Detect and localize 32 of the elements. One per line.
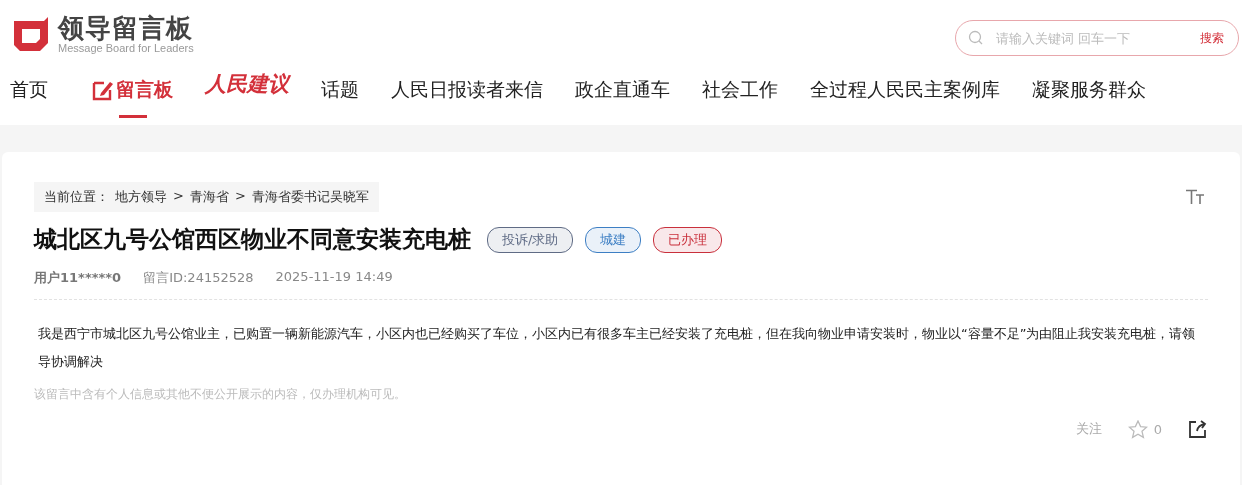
nav-tab[interactable]: 全过程人民民主案例库 bbox=[810, 70, 1000, 121]
breadcrumb-link[interactable]: 地方领导 bbox=[115, 188, 167, 206]
nav-tab[interactable]: 政企直通车 bbox=[575, 70, 670, 121]
nav-tab[interactable]: 社会工作 bbox=[702, 70, 778, 121]
breadcrumb-link[interactable]: 青海省 bbox=[189, 188, 229, 206]
nav-tab[interactable]: 首页 bbox=[10, 70, 48, 121]
search-button[interactable]: 搜索 bbox=[1200, 29, 1224, 47]
nav-tab[interactable]: 话题 bbox=[321, 70, 359, 121]
breadcrumb-separator: > bbox=[234, 188, 246, 205]
message-id: 留言ID:24152528 bbox=[143, 269, 254, 287]
message-body: 我是西宁市城北区九号公馆业主，已购置一辆新能源汽车，小区内也已经购买了车位，小区内已有很多车主已经安装了充电桩，但在我向物业申请安装时，物业以“容量不足”为由阻止我安装充电桩，请领导协调解决 bbox=[37, 325, 1197, 371]
nav-tab[interactable]: 人民日报读者来信 bbox=[391, 70, 543, 121]
search-icon bbox=[968, 30, 984, 46]
star-icon[interactable] bbox=[1127, 419, 1148, 439]
edit-icon bbox=[92, 79, 114, 101]
logo-subtitle: Message Board for Leaders bbox=[58, 41, 194, 55]
message-title: 城北区九号公馆西区物业不同意安装充电桩 bbox=[34, 225, 471, 254]
message-time: 2025-11-19 14:49 bbox=[275, 269, 393, 286]
privacy-notice: 该留言中含有个人信息或其他不便公开展示的内容，仅办理机构可见。 bbox=[34, 386, 407, 403]
like-count: 0 bbox=[1153, 421, 1162, 437]
nav-tab[interactable]: 人民建议 bbox=[205, 70, 289, 121]
breadcrumb-link[interactable]: 青海省委书记吴晓军 bbox=[251, 188, 369, 206]
user-name: 用户11*****0 bbox=[34, 269, 122, 287]
category-tag: 已办理 bbox=[653, 226, 723, 253]
share-icon[interactable] bbox=[1188, 419, 1208, 439]
font-size-icon[interactable] bbox=[1185, 189, 1205, 205]
nav-tab[interactable]: 凝聚服务群众 bbox=[1032, 70, 1146, 121]
breadcrumb-separator: > bbox=[173, 188, 184, 205]
category-tag: 城建 bbox=[585, 226, 642, 253]
breadcrumb-label: 当前位置： bbox=[44, 188, 109, 206]
category-tag: 投诉/求助 bbox=[487, 226, 574, 253]
logo-title: 领导留言板 bbox=[58, 13, 194, 42]
